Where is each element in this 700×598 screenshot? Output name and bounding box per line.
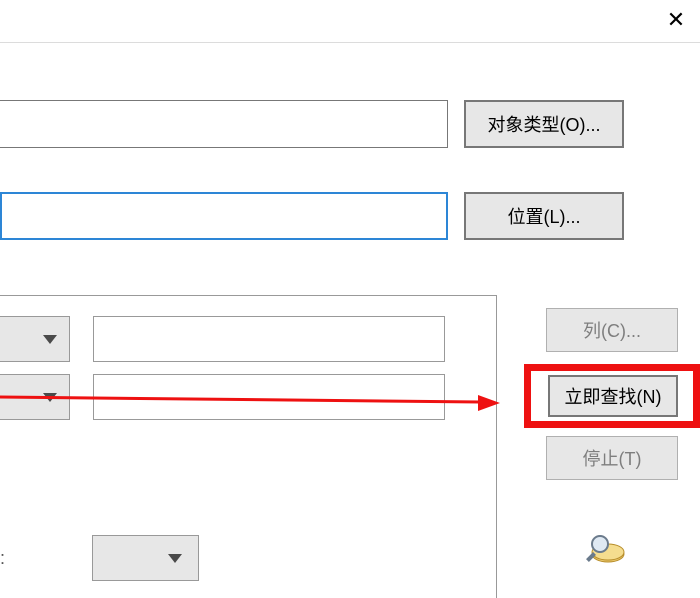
find-now-button-label: 立即查找(N) [565,383,662,409]
locations-button-label: 位置(L)... [507,203,580,229]
chevron-down-icon [168,554,182,563]
close-button[interactable]: ✕ [660,4,692,36]
colon-label: : [0,548,5,569]
object-types-input[interactable] [0,100,448,148]
find-now-button[interactable]: 立即查找(N) [548,375,678,417]
stop-button: 停止(T) [546,436,678,480]
columns-button-label: 列(C)... [583,317,641,343]
divider [0,42,700,43]
filter-textfield-1[interactable] [93,316,445,362]
locations-button[interactable]: 位置(L)... [464,192,624,240]
close-icon: ✕ [667,7,685,33]
search-illustration-icon [586,532,626,564]
chevron-down-icon [43,393,57,402]
bottom-dropdown[interactable] [92,535,199,581]
filter-dropdown-1[interactable] [0,316,70,362]
filter-textfield-2[interactable] [93,374,445,420]
object-types-button[interactable]: 对象类型(O)... [464,100,624,148]
filter-dropdown-2[interactable] [0,374,70,420]
object-types-button-label: 对象类型(O)... [488,111,601,137]
stop-button-label: 停止(T) [583,445,642,471]
location-input[interactable] [0,192,448,240]
chevron-down-icon [43,335,57,344]
columns-button[interactable]: 列(C)... [546,308,678,352]
dialog-window: ✕ 对象类型(O)... 位置(L)... 列(C)... 立即查找(N) 停止… [0,0,700,598]
